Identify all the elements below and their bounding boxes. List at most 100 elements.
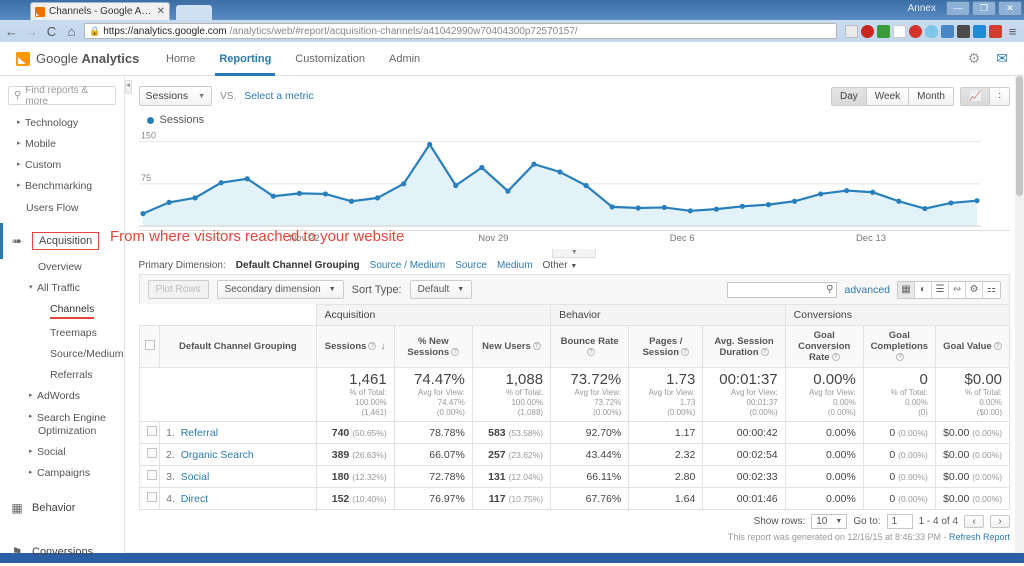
line-chart-icon[interactable]: 📈: [960, 87, 991, 105]
row-checkbox[interactable]: [146, 426, 157, 436]
close-tab-icon[interactable]: ✕: [157, 6, 165, 17]
granularity-day[interactable]: Day: [831, 87, 867, 105]
channel-link[interactable]: Social: [181, 471, 210, 483]
channel-link[interactable]: Referral: [181, 427, 218, 439]
sidebar-item-conversions[interactable]: ⚑ Conversions: [0, 538, 124, 566]
help-icon[interactable]: ?: [760, 347, 769, 356]
help-icon[interactable]: ?: [993, 342, 1002, 351]
row-checkbox[interactable]: [146, 492, 157, 502]
nav-home[interactable]: Home: [166, 42, 195, 76]
sidebar-item-source-medium[interactable]: Source/Medium: [0, 344, 124, 365]
row-checkbox-cell[interactable]: [138, 465, 161, 488]
sidebar-item-channels[interactable]: Channels: [0, 299, 124, 323]
home-icon[interactable]: ⌂: [64, 24, 79, 39]
sidebar-item-users-flow[interactable]: Users Flow: [0, 198, 124, 219]
gear-icon[interactable]: ⚙: [968, 50, 981, 67]
refresh-report-link[interactable]: Refresh Report: [949, 532, 1010, 542]
comparison-view-icon[interactable]: ∾: [949, 281, 967, 298]
sidebar-item-behavior[interactable]: ▦ Behavior: [0, 494, 124, 522]
sidebar-item-custom[interactable]: ▸ Custom: [0, 155, 124, 176]
table-row[interactable]: 1. Referral 740 (50.65%) 78.78% 583 (53.58%…: [138, 421, 1011, 444]
minimize-button[interactable]: —: [946, 1, 970, 16]
page-scrollbar[interactable]: [1015, 76, 1024, 553]
sidebar-item-adwords[interactable]: ▸ AdWords: [0, 386, 124, 407]
sidebar-item-campaigns[interactable]: ▸ Campaigns: [0, 463, 124, 484]
secondary-dimension-select[interactable]: Secondary dimension ▼: [216, 280, 344, 299]
column-goal-completions[interactable]: Goal Completions?: [862, 325, 936, 368]
help-icon[interactable]: ?: [586, 347, 595, 356]
download-icon[interactable]: [973, 24, 986, 38]
sidebar-item-referrals[interactable]: Referrals: [0, 365, 124, 386]
dimension-source-medium[interactable]: Source / Medium: [370, 260, 446, 271]
apps-icon[interactable]: [845, 24, 858, 38]
help-icon[interactable]: ?: [532, 342, 541, 351]
column-bounce-rate[interactable]: Bounce Rate?: [550, 325, 630, 368]
help-icon[interactable]: ?: [451, 347, 460, 356]
sidebar-item-acquisition[interactable]: ➠ Acquisition: [0, 222, 124, 259]
translate-icon[interactable]: [941, 24, 954, 38]
scrollbar-thumb[interactable]: [1016, 76, 1024, 196]
nav-reporting[interactable]: Reporting: [215, 42, 276, 76]
metric-select[interactable]: Sessions ▼: [138, 86, 213, 106]
performance-view-icon[interactable]: ⚙: [966, 281, 984, 298]
column-new-sessions-pct[interactable]: % New Sessions?: [393, 325, 473, 368]
primary-dimension-current[interactable]: Default Channel Grouping: [236, 260, 360, 271]
next-page-button[interactable]: ›: [990, 515, 1011, 528]
column-goal-conversion-rate[interactable]: Goal Conversion Rate?: [784, 325, 864, 368]
nav-admin[interactable]: Admin: [389, 42, 420, 76]
sidebar-item-seo[interactable]: ▸ Search Engine Optimization: [0, 408, 120, 442]
sidebar-item-social[interactable]: ▸ Social: [0, 442, 124, 463]
column-new-users[interactable]: New Users?: [471, 325, 552, 368]
row-checkbox[interactable]: [146, 448, 157, 458]
sidebar-item-benchmarking[interactable]: ▸ Benchmarking: [0, 176, 124, 197]
forward-icon[interactable]: →: [24, 24, 39, 39]
help-icon[interactable]: ?: [681, 347, 689, 356]
sidebar-item-overview[interactable]: Overview: [0, 257, 124, 278]
advanced-filter-link[interactable]: advanced: [844, 284, 890, 296]
chart-expander[interactable]: ▼: [125, 245, 1024, 258]
channel-link[interactable]: Direct: [181, 493, 208, 505]
select-a-metric-link[interactable]: Select a metric: [244, 90, 313, 102]
table-row[interactable]: 3. Social 180 (12.32%) 72.78% 131 (12.04%) 6…: [138, 465, 1011, 488]
google-analytics-logo[interactable]: Google Analytics: [16, 51, 146, 66]
prev-page-button[interactable]: ‹: [964, 515, 985, 528]
channel-link[interactable]: Organic Search: [181, 449, 254, 461]
table-view-icon[interactable]: ▦: [898, 281, 916, 298]
reload-icon[interactable]: C: [44, 24, 59, 39]
help-icon[interactable]: ?: [831, 353, 840, 362]
sidebar-item-all-traffic[interactable]: ▾ All Traffic: [0, 278, 124, 299]
sort-type-select[interactable]: Default ▼: [409, 280, 473, 299]
row-checkbox-cell[interactable]: [138, 421, 161, 444]
column-avg-session-duration[interactable]: Avg. Session Duration?: [702, 325, 786, 368]
row-checkbox[interactable]: [146, 470, 157, 480]
video-icon[interactable]: [957, 24, 970, 38]
search-reports-input[interactable]: ⚲ Find reports & more: [8, 85, 116, 107]
dimension-source[interactable]: Source: [455, 260, 487, 271]
bell-icon[interactable]: ✉: [996, 50, 1008, 67]
show-rows-select[interactable]: 10 ▼: [811, 514, 848, 529]
column-sessions[interactable]: Sessions? ↓: [315, 325, 395, 368]
select-all-checkbox-cell[interactable]: [138, 325, 161, 368]
pivot-view-icon[interactable]: ⚏: [983, 281, 1001, 298]
browser-menu-icon[interactable]: ≡: [1005, 24, 1020, 39]
table-row[interactable]: 2. Organic Search 389 (26.63%) 66.07% 257 (…: [138, 443, 1011, 466]
help-icon[interactable]: ?: [368, 342, 377, 351]
bar-view-icon[interactable]: ☰: [932, 281, 950, 298]
restore-button[interactable]: ❐: [972, 1, 996, 16]
sidebar-collapse-handle[interactable]: ◂: [124, 80, 132, 94]
address-bar[interactable]: 🔒 https://analytics.google.com/analytics…: [84, 23, 837, 39]
sidebar-item-technology[interactable]: ▸ Technology: [0, 113, 124, 134]
bulb-icon[interactable]: [925, 24, 938, 38]
column-goal-value[interactable]: Goal Value?: [934, 325, 1011, 368]
granularity-month[interactable]: Month: [909, 87, 953, 105]
back-icon[interactable]: ←: [4, 24, 19, 39]
pdf-icon[interactable]: [989, 24, 1002, 38]
column-default-channel-grouping[interactable]: Default Channel Grouping: [159, 325, 317, 368]
dimension-medium[interactable]: Medium: [497, 260, 533, 271]
shield-icon[interactable]: [877, 24, 890, 38]
column-pages-per-session[interactable]: Pages / Session?: [628, 325, 704, 368]
row-checkbox-cell[interactable]: [138, 487, 161, 510]
plot-rows-button[interactable]: Plot Rows: [147, 280, 209, 299]
pie-view-icon[interactable]: ◐: [915, 281, 933, 298]
sidebar-item-treemaps[interactable]: Treemaps: [0, 323, 124, 344]
